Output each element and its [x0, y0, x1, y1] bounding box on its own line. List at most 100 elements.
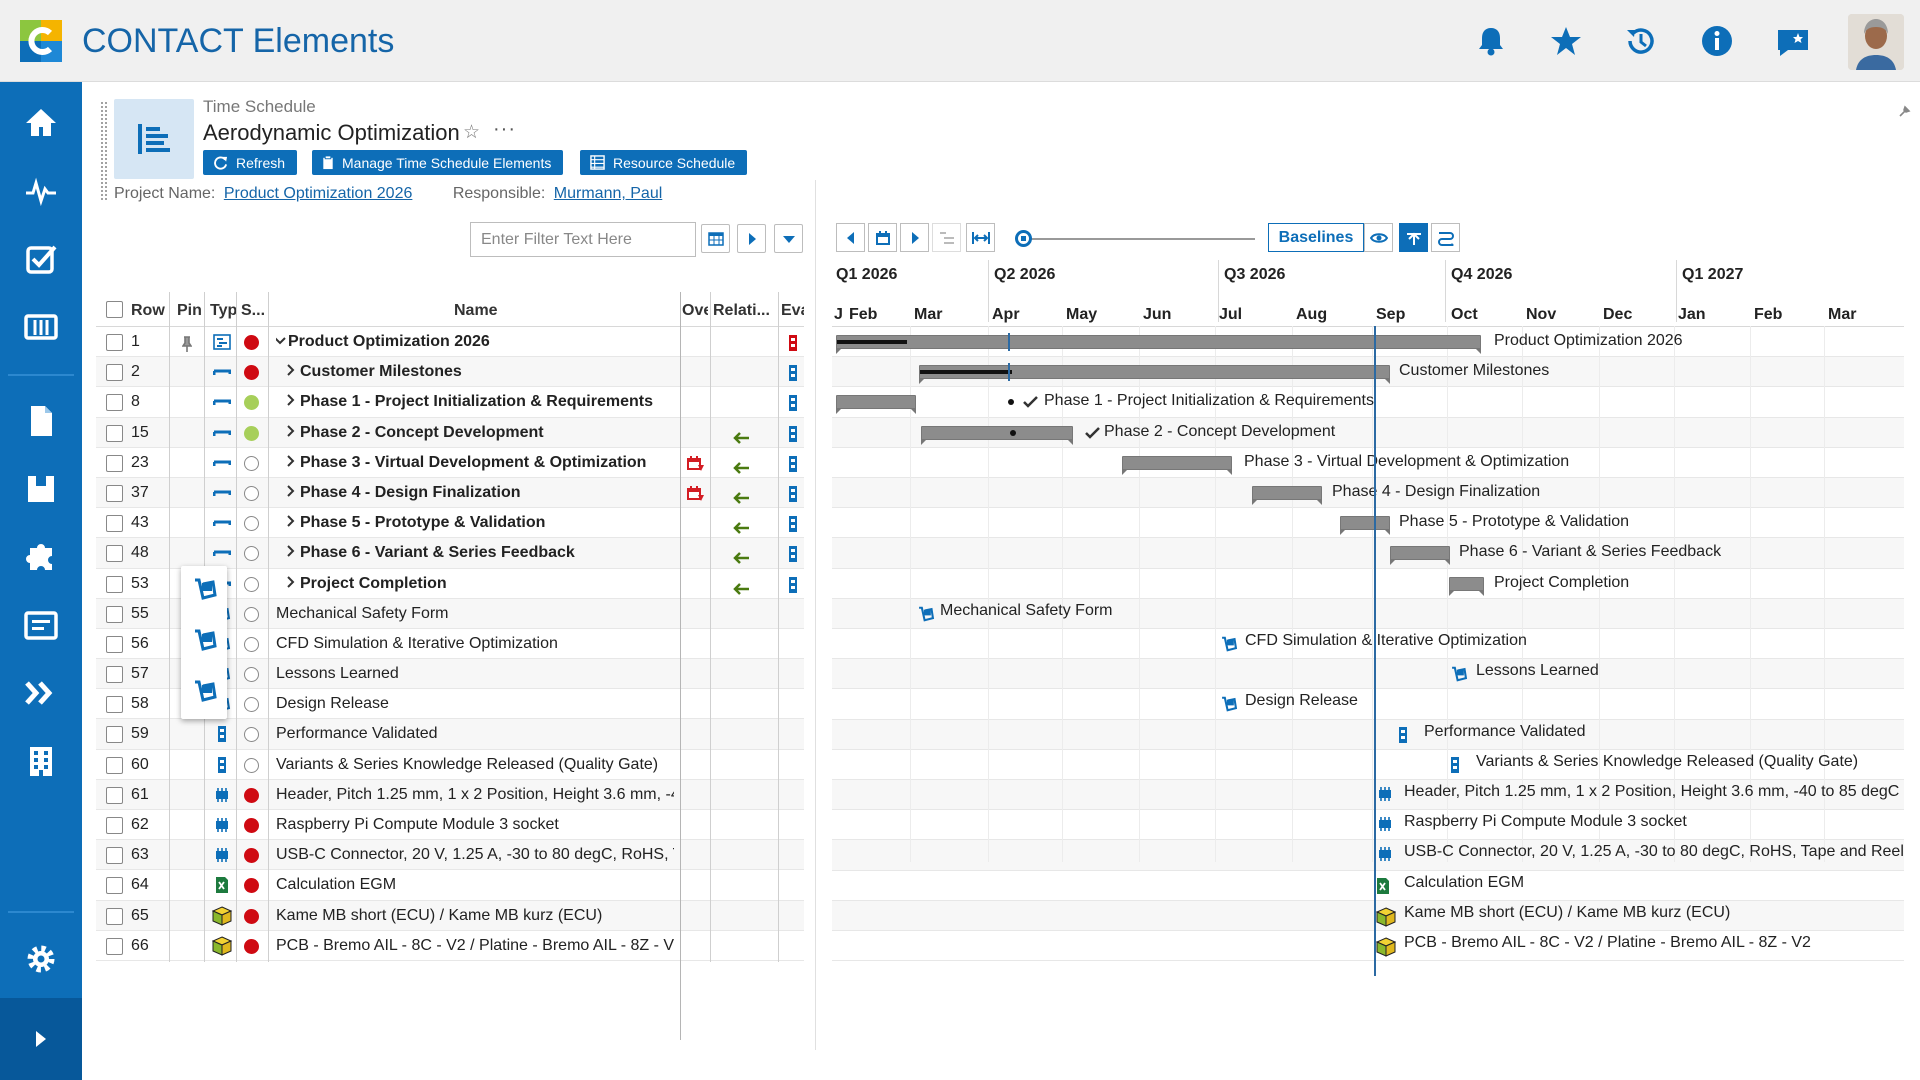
row-name[interactable]: Performance Validated: [276, 719, 674, 749]
table-row[interactable]: 63 USB-C Connector, 20 V, 1.25 A, -30 to …: [96, 840, 804, 871]
avatar[interactable]: [1848, 14, 1904, 70]
gantt-prev-button[interactable]: [836, 223, 865, 252]
chevron-down-icon[interactable]: [276, 327, 288, 357]
milestone-icon[interactable]: [1450, 756, 1466, 774]
gantt-bar[interactable]: [919, 365, 1390, 385]
chevron-right-icon[interactable]: [286, 569, 300, 599]
sidebar-item-documents[interactable]: [0, 392, 82, 450]
column-divider[interactable]: [710, 292, 711, 962]
chevron-right-icon[interactable]: [286, 448, 300, 478]
info-icon[interactable]: [1700, 24, 1734, 58]
gantt-row[interactable]: [832, 871, 1904, 901]
assembly-icon[interactable]: [1375, 907, 1397, 927]
col-pin[interactable]: Pin: [177, 302, 202, 320]
milestone-icon[interactable]: [1398, 726, 1414, 744]
history-icon[interactable]: [1624, 24, 1658, 58]
filter-dropdown-button[interactable]: [774, 224, 803, 253]
gantt-bar[interactable]: [1449, 576, 1484, 596]
table-row[interactable]: 61 Header, Pitch 1.25 mm, 1 x 2 Position,…: [96, 779, 804, 810]
gantt-row[interactable]: [832, 569, 1904, 599]
chevron-right-icon[interactable]: [286, 387, 300, 417]
row-name[interactable]: Header, Pitch 1.25 mm, 1 x 2 Position, H…: [276, 780, 674, 810]
drag-handle[interactable]: [100, 101, 108, 201]
baselines-button[interactable]: Baselines: [1268, 223, 1364, 252]
row-checkbox[interactable]: [106, 696, 123, 714]
row-name[interactable]: Phase 6 - Variant & Series Feedback: [276, 538, 674, 568]
part-icon[interactable]: [1376, 816, 1392, 834]
sidebar-item-activity[interactable]: [0, 162, 82, 220]
zoom-slider-track[interactable]: [1027, 238, 1255, 240]
row-name[interactable]: Customer Milestones: [276, 357, 674, 387]
checklist-icon[interactable]: [192, 678, 218, 704]
row-checkbox[interactable]: [106, 334, 123, 351]
row-checkbox[interactable]: [106, 756, 123, 774]
sidebar-item-workflow[interactable]: [0, 664, 82, 722]
row-checkbox[interactable]: [106, 394, 123, 412]
chevron-right-icon[interactable]: [286, 418, 300, 448]
gantt-indent-button[interactable]: [932, 223, 961, 252]
row-checkbox[interactable]: [106, 515, 123, 533]
sidebar-item-settings[interactable]: [0, 930, 82, 988]
gantt-bar[interactable]: [836, 335, 1481, 354]
table-row[interactable]: 60 Variants & Series Knowledge Released (…: [96, 750, 804, 780]
col-overdue[interactable]: Ove: [682, 302, 708, 320]
row-checkbox[interactable]: [106, 364, 123, 382]
table-row[interactable]: 37 Phase 4 - Design Finalization: [96, 477, 804, 509]
chevron-right-icon[interactable]: [286, 538, 300, 568]
column-divider[interactable]: [268, 292, 269, 962]
contact-logo-icon[interactable]: [20, 20, 62, 62]
table-row[interactable]: 62 Raspberry Pi Compute Module 3 socket: [96, 810, 804, 841]
checklist-icon[interactable]: [1220, 695, 1238, 713]
pin-window-icon[interactable]: [1898, 104, 1912, 118]
table-row[interactable]: 8 Phase 1 - Project Initialization & Requ…: [96, 387, 804, 418]
table-row[interactable]: 66 PCB - Bremo AIL - 8C - V2 / Platine - …: [96, 931, 804, 961]
row-checkbox[interactable]: [106, 847, 123, 865]
row-checkbox[interactable]: [106, 907, 123, 925]
part-icon[interactable]: [1376, 846, 1392, 864]
col-relation[interactable]: Relati...: [713, 302, 777, 320]
row-name[interactable]: Mechanical Safety Form: [276, 599, 674, 629]
col-row[interactable]: Row: [131, 302, 165, 320]
gantt-bar[interactable]: [1252, 486, 1322, 505]
chevron-right-icon[interactable]: [286, 508, 300, 538]
gantt-row[interactable]: [832, 900, 1904, 931]
gantt-row[interactable]: [832, 689, 1904, 720]
row-checkbox[interactable]: [106, 635, 123, 653]
row-name[interactable]: Phase 1 - Project Initialization & Requi…: [276, 387, 674, 417]
row-checkbox[interactable]: [106, 817, 123, 834]
column-divider[interactable]: [680, 292, 681, 1040]
chevron-right-icon[interactable]: [286, 478, 300, 508]
zoom-slider-handle[interactable]: [1015, 230, 1032, 247]
row-checkbox[interactable]: [106, 545, 123, 563]
checklist-icon[interactable]: [917, 605, 935, 623]
gantt-today-button[interactable]: [868, 223, 897, 252]
column-divider[interactable]: [169, 292, 170, 962]
table-row[interactable]: 2 Customer Milestones: [96, 357, 804, 388]
gantt-fit-button[interactable]: [966, 223, 995, 252]
baseline-toggle-button[interactable]: [1399, 223, 1428, 252]
checklist-icon[interactable]: [192, 576, 218, 602]
project-name-link[interactable]: Product Optimization 2026: [224, 185, 413, 202]
row-name[interactable]: Phase 2 - Concept Development: [276, 418, 674, 448]
row-name[interactable]: PCB - Bremo AIL - 8C - V2 / Platine - Br…: [276, 931, 674, 961]
row-checkbox[interactable]: [106, 786, 123, 804]
gantt-bar[interactable]: [836, 395, 916, 415]
table-row[interactable]: 43 Phase 5 - Prototype & Validation: [96, 508, 804, 539]
row-name[interactable]: Product Optimization 2026: [276, 327, 674, 357]
row-checkbox[interactable]: [106, 454, 123, 472]
favorite-star-icon[interactable]: ☆: [463, 121, 480, 144]
row-checkbox[interactable]: [106, 484, 123, 502]
row-name[interactable]: Phase 5 - Prototype & Validation: [276, 508, 674, 538]
gantt-bar[interactable]: [921, 425, 1073, 445]
table-row[interactable]: 23 Phase 3 - Virtual Development & Optimi…: [96, 448, 804, 478]
col-eval[interactable]: Eva: [781, 302, 804, 320]
part-icon[interactable]: [1376, 786, 1392, 804]
row-name[interactable]: Phase 4 - Design Finalization: [276, 478, 674, 508]
col-status[interactable]: S...: [241, 302, 265, 320]
table-row[interactable]: 64 Calculation EGM: [96, 870, 804, 901]
row-name[interactable]: Calculation EGM: [276, 870, 674, 900]
expand-filter-button[interactable]: [737, 224, 766, 253]
sidebar-item-forms[interactable]: [0, 596, 82, 654]
row-checkbox[interactable]: [106, 605, 123, 623]
gantt-row[interactable]: [832, 538, 1904, 569]
